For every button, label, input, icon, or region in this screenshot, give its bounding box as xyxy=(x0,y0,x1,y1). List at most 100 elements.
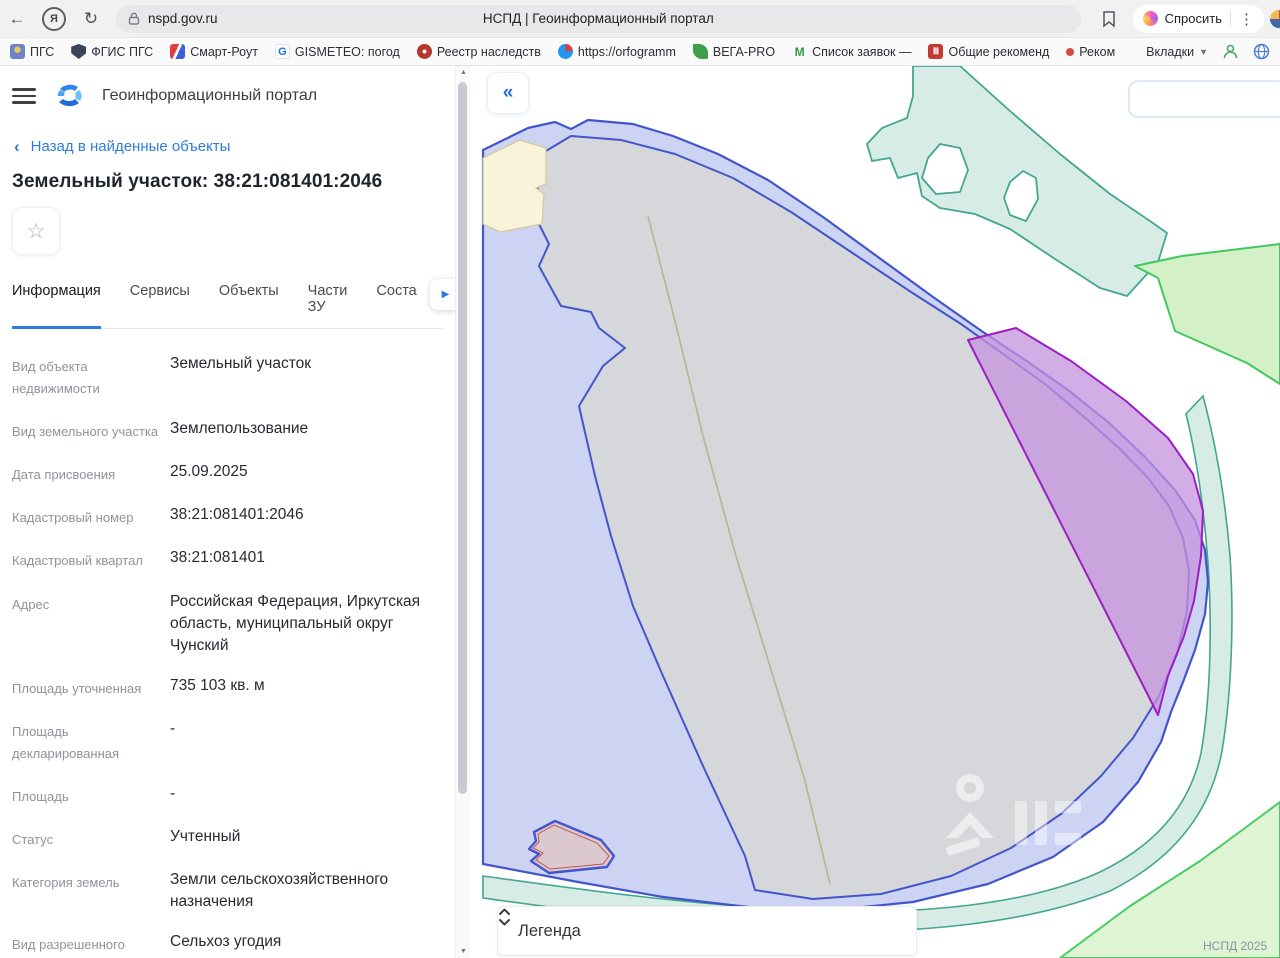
bookmark-item[interactable]: ВЕГА-PRO xyxy=(692,44,776,59)
field-label: Адрес xyxy=(12,596,50,612)
field-row: Кадастровый квартал 38:21:081401 xyxy=(12,547,443,572)
tab-parts[interactable]: Части ЗУ xyxy=(308,277,348,328)
field-label: Категория земель xyxy=(12,875,120,891)
reload-icon[interactable]: ↻ xyxy=(74,9,108,29)
tab-services[interactable]: Сервисы xyxy=(130,277,190,328)
beige-parcel-polygon[interactable] xyxy=(482,139,547,233)
bookmark-label: GISMETEO: погод xyxy=(294,44,400,59)
field-row: Категория земель Земли сельскохозяйствен… xyxy=(12,869,443,913)
field-value: Земельный участок xyxy=(170,355,312,372)
bookmark-label: Общие рекоменд xyxy=(948,44,1050,59)
field-label: Вид объекта недвижимости xyxy=(12,359,100,397)
field-value: 38:21:081401:2046 xyxy=(170,506,304,524)
star-icon: ☆ xyxy=(26,219,46,243)
triangle-right-icon: ▶ xyxy=(441,289,450,300)
tab-sostav[interactable]: Соста xyxy=(376,277,416,328)
tab-information[interactable]: Информация xyxy=(12,277,101,329)
info-panel: Геоинформационный портал ‹ Назад в найде… xyxy=(0,66,470,958)
forest-top-polygon[interactable] xyxy=(866,66,1168,297)
field-value: 25.09.2025 xyxy=(170,463,248,481)
app-title: Геоинформационный портал xyxy=(102,87,318,104)
profile-avatar-icon[interactable] xyxy=(1270,9,1280,28)
bookmark-label: Реестр наследств xyxy=(436,44,541,59)
field-row: Вид объекта недвижимости Земельный участ… xyxy=(12,353,443,400)
back-icon[interactable]: ← xyxy=(0,9,34,29)
green-parcel-polygon[interactable] xyxy=(1134,243,1280,385)
bookmark-label: Реком xyxy=(1079,44,1116,59)
map-search-input[interactable] xyxy=(1128,80,1280,118)
expand-collapse-icon xyxy=(499,908,510,926)
field-value: Российская Федерация, Иркутская область,… xyxy=(170,592,421,654)
gismeteo-icon: G xyxy=(274,44,290,59)
bookmark-label: Список заявок — xyxy=(812,44,912,59)
back-link-label: Назад в найденные объекты xyxy=(30,138,231,155)
bookmark-item[interactable]: G GISMETEO: погод xyxy=(274,44,400,59)
map-area: « Легенда НСПД 2025 xyxy=(470,66,1280,958)
bookmark-item[interactable]: M Список заявок — xyxy=(792,44,912,59)
bookmark-item[interactable]: Реком xyxy=(1066,45,1115,59)
browser-toolbar: ← Я ↻ nspd.gov.ru НСПД | Геоинформационн… xyxy=(0,0,1280,38)
scroll-up-icon[interactable]: ▲ xyxy=(456,69,471,76)
field-label: Статус xyxy=(12,831,54,847)
ask-button-group: Спросить ⋮ xyxy=(1132,4,1264,33)
bookmark-item[interactable]: Реестр наследств xyxy=(416,44,541,59)
double-chevron-left-icon: « xyxy=(502,82,514,103)
kebab-menu-icon[interactable]: ⋮ xyxy=(1239,10,1260,28)
yandex-icon[interactable]: Я xyxy=(42,6,66,31)
bookmark-flag-icon[interactable] xyxy=(1101,10,1117,28)
field-label: Площадь уточненная xyxy=(12,680,142,696)
emblem-icon xyxy=(10,44,25,59)
registry-icon xyxy=(416,44,432,59)
orfogramm-icon xyxy=(557,44,573,59)
field-value: Сельхоз угодия xyxy=(170,933,282,951)
tab-bar: Информация Сервисы Объекты Части ЗУ Сост… xyxy=(12,277,455,329)
panel-scrollbar[interactable]: ▲ ▼ xyxy=(455,66,470,958)
address-bar[interactable]: nspd.gov.ru НСПД | Геоинформационный пор… xyxy=(116,4,1081,33)
ask-button[interactable]: Спросить xyxy=(1142,11,1222,26)
shield-icon xyxy=(71,44,87,59)
tabs-menu-button[interactable]: Вкладки ▼ xyxy=(1146,45,1208,59)
collapse-panel-button[interactable]: « xyxy=(487,72,529,114)
record-icon xyxy=(1066,47,1075,56)
mail-icon: M xyxy=(794,44,805,59)
bookmark-item[interactable]: ПГС xyxy=(10,44,54,59)
bookmarks-bar: ПГС ФГИС ПГС Смарт-Роут G GISMETEO: пого… xyxy=(0,38,1280,66)
smart-rout-icon xyxy=(170,44,186,59)
back-link[interactable]: ‹ Назад в найденные объекты xyxy=(14,138,443,155)
page-title: НСПД | Геоинформационный портал xyxy=(482,11,714,26)
bank-icon: Ⅲ xyxy=(928,44,944,59)
field-row: Дата присвоения 25.09.2025 xyxy=(12,461,443,486)
favorite-button[interactable]: ☆ xyxy=(12,207,60,255)
tabs-scroll-right-button[interactable]: ▶ xyxy=(430,279,455,310)
legend-title: Легенда xyxy=(518,921,581,940)
field-row: Площадь - xyxy=(12,783,443,808)
bookmark-item[interactable]: Смарт-Роут xyxy=(170,44,258,59)
bookmark-label: Смарт-Роут xyxy=(190,44,258,59)
chevron-down-icon: ▼ xyxy=(1199,46,1208,57)
field-row: Кадастровый номер 38:21:081401:2046 xyxy=(12,504,443,529)
nspd-logo xyxy=(57,84,82,107)
legend-panel[interactable]: Легенда xyxy=(497,906,917,956)
field-row: Вид земельного участка Землепользование xyxy=(12,418,443,443)
scroll-down-icon[interactable]: ▼ xyxy=(456,948,471,955)
bookmark-item[interactable]: ФГИС ПГС xyxy=(71,44,153,59)
bookmark-label: ВЕГА-PRO xyxy=(712,44,776,59)
scrollbar-thumb[interactable] xyxy=(458,82,467,794)
field-row: Вид разрешенного использования Сельхоз у… xyxy=(12,931,443,958)
person-icon[interactable] xyxy=(1222,43,1239,60)
lock-icon xyxy=(128,12,140,25)
field-label: Кадастровый квартал xyxy=(12,553,143,569)
map-attribution: НСПД 2025 xyxy=(1203,939,1268,953)
field-label: Площадь декларированная xyxy=(12,723,120,761)
map-canvas[interactable] xyxy=(470,66,1280,958)
hamburger-menu-icon[interactable] xyxy=(12,88,36,104)
field-value: 735 103 кв. м xyxy=(170,676,265,694)
field-label: Вид земельного участка xyxy=(12,424,159,440)
tab-objects[interactable]: Объекты xyxy=(219,277,279,328)
screen: { "browser": { "toolbar": { "back": "←",… xyxy=(0,0,1280,958)
globe-icon[interactable] xyxy=(1253,43,1270,60)
bookmarks-right-group: Вкладки ▼ xyxy=(1146,43,1270,60)
bookmark-item[interactable]: https://orfogramm xyxy=(557,44,676,59)
panel-header: Геоинформационный портал xyxy=(12,80,443,112)
bookmark-item[interactable]: Ⅲ Общие рекоменд xyxy=(928,44,1049,59)
